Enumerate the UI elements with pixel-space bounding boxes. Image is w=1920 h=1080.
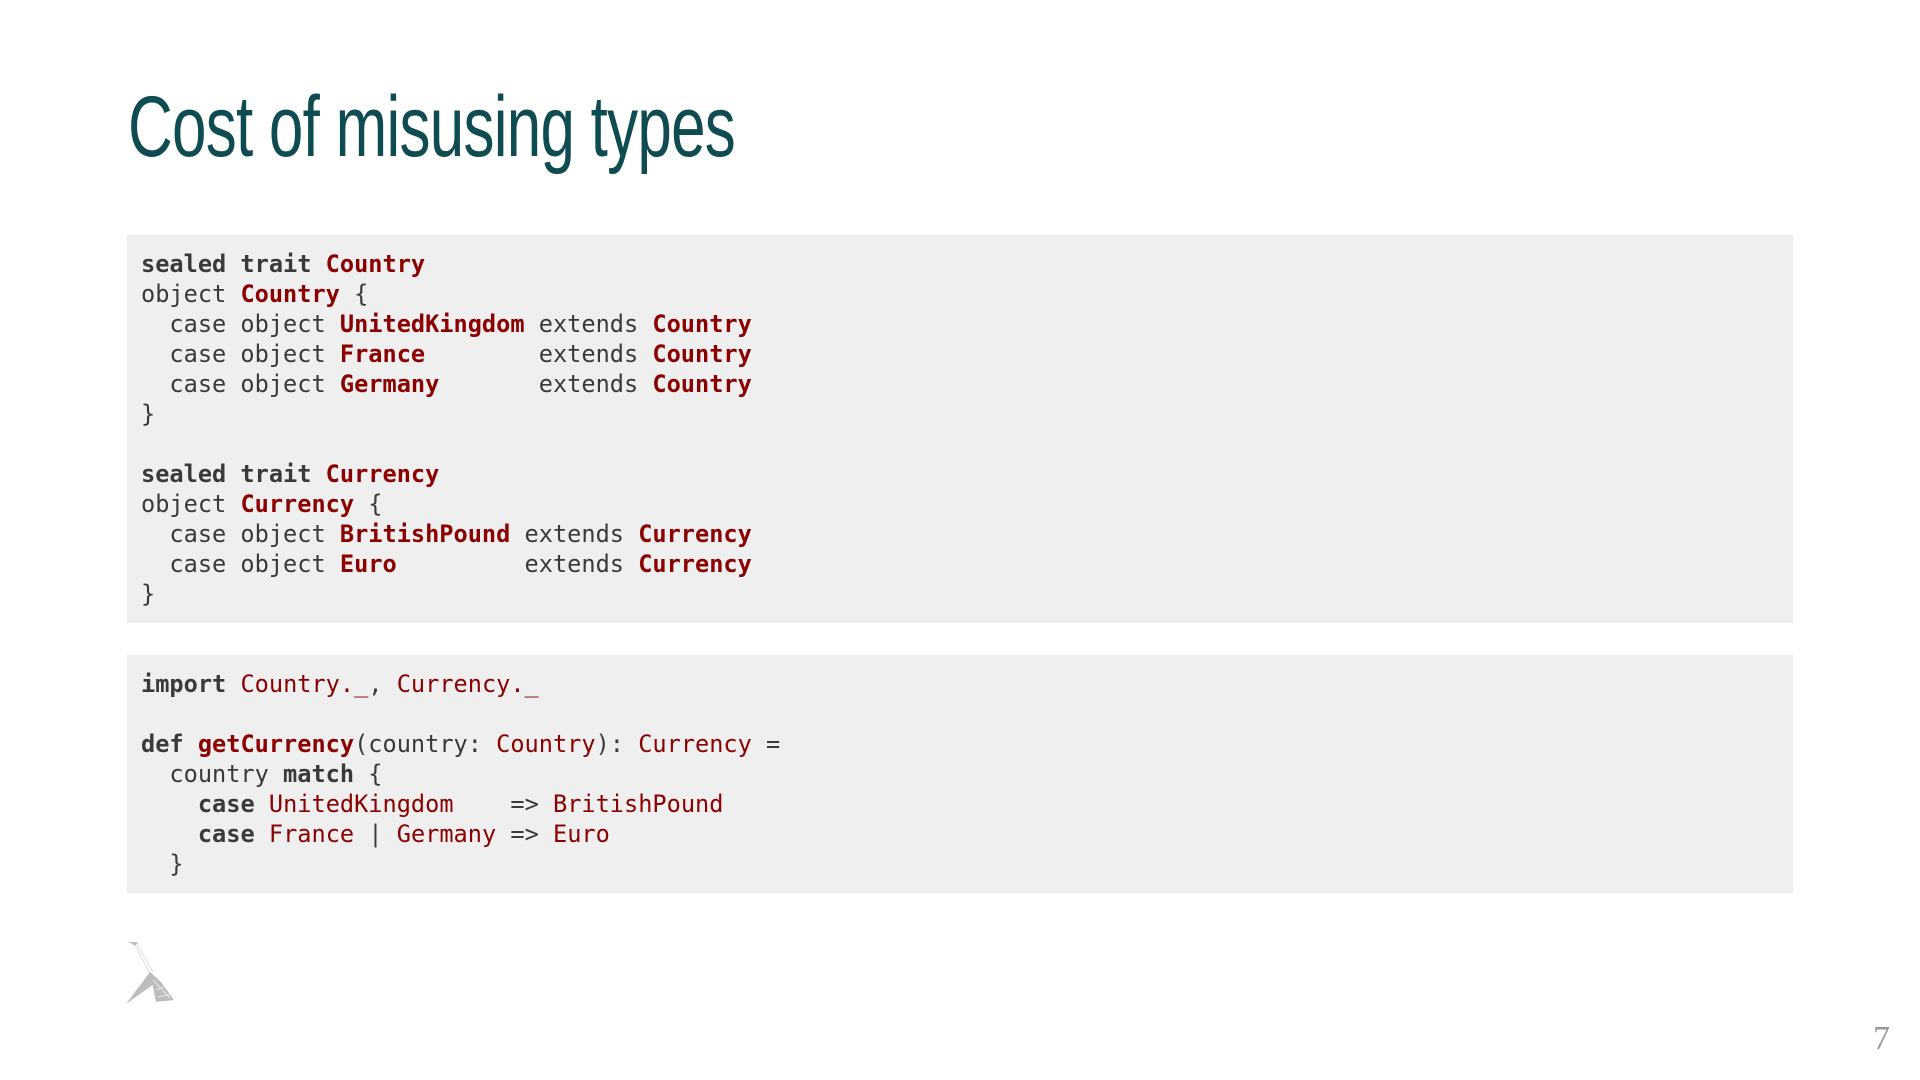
code-line: } <box>141 849 1779 879</box>
code-text: => <box>496 820 553 848</box>
code-type-name: UnitedKingdom <box>268 790 454 818</box>
code-type-name: Euro <box>553 820 610 848</box>
code-type-name: Country <box>496 730 596 758</box>
code-keyword: case <box>197 820 255 848</box>
code-type-name: Country <box>652 310 752 338</box>
code-keyword: import <box>141 670 227 698</box>
code-text: { <box>354 490 383 518</box>
code-text: case object <box>141 340 340 368</box>
code-type-name: France <box>268 820 355 848</box>
code-type-name: UnitedKingdom <box>339 310 525 338</box>
code-type-name: Country._ <box>240 670 369 698</box>
code-text: extends <box>510 520 639 548</box>
code-type-name: Germany <box>339 370 440 398</box>
code-text: { <box>339 280 369 308</box>
code-text: ): <box>595 730 639 758</box>
page-number: 7 <box>1873 1020 1890 1057</box>
code-line: case object Euro extends Currency <box>141 549 1779 579</box>
code-type-name: Country <box>652 370 752 398</box>
code-type-name: Currency <box>638 550 752 578</box>
code-type-name: Currency <box>325 460 440 488</box>
code-text: extends <box>524 310 653 338</box>
code-type-name: BritishPound <box>339 520 511 548</box>
code-text: case object <box>141 370 340 398</box>
code-type-name: Euro <box>339 550 397 578</box>
code-keyword: sealed trait <box>141 460 326 488</box>
code-text: | <box>354 820 397 848</box>
code-text: extends <box>425 340 653 368</box>
code-text: = <box>751 730 781 758</box>
code-type-name: France <box>339 340 426 368</box>
code-text: } <box>141 850 184 878</box>
code-text: (country: <box>354 730 497 758</box>
code-text: country <box>141 760 284 788</box>
code-line: case object France extends Country <box>141 339 1779 369</box>
code-keyword: def <box>141 730 198 758</box>
code-type-name: Currency <box>638 730 752 758</box>
code-line: } <box>141 399 1779 429</box>
code-type-name: Country <box>325 250 426 278</box>
code-line: case object Germany extends Country <box>141 369 1779 399</box>
code-type-name: Country <box>652 340 752 368</box>
code-line: case object UnitedKingdom extends Countr… <box>141 309 1779 339</box>
code-block-get-currency: import Country._, Currency._def getCurre… <box>127 655 1793 893</box>
code-line: object Currency { <box>141 489 1779 519</box>
code-line: object Country { <box>141 279 1779 309</box>
code-text: extends <box>439 370 653 398</box>
code-text: object <box>141 280 241 308</box>
code-text: , <box>368 670 397 698</box>
code-text: { <box>354 760 383 788</box>
code-type-name: BritishPound <box>552 790 724 818</box>
code-line: sealed trait Currency <box>141 459 1779 489</box>
code-block-type-definitions: sealed trait Country object Country { cas… <box>127 235 1793 623</box>
code-text: case object <box>141 550 340 578</box>
code-line: country match { <box>141 759 1779 789</box>
code-line: sealed trait Country <box>141 249 1779 279</box>
code-line: case France | Germany => Euro <box>141 819 1779 849</box>
code-line: } <box>141 579 1779 609</box>
code-type-name: Currency <box>638 520 752 548</box>
code-text: extends <box>396 550 639 578</box>
code-type-name: Currency._ <box>396 670 539 698</box>
code-keyword: case <box>197 790 255 818</box>
code-text: => <box>453 790 553 818</box>
slide-title: Cost of misusing types <box>128 79 736 175</box>
code-text: } <box>141 400 156 428</box>
code-type-name: getCurrency <box>197 730 355 758</box>
code-line: case object BritishPound extends Currenc… <box>141 519 1779 549</box>
code-text: } <box>141 580 156 608</box>
code-line: case UnitedKingdom => BritishPound <box>141 789 1779 819</box>
code-keyword: match <box>283 760 355 788</box>
code-text: case object <box>141 520 340 548</box>
code-keyword: sealed trait <box>141 250 326 278</box>
code-text: object <box>141 490 241 518</box>
code-line: def getCurrency(country: Country): Curre… <box>141 729 1779 759</box>
code-text: case object <box>141 310 340 338</box>
code-type-name: Currency <box>240 490 355 518</box>
lambda-logo-icon <box>126 942 174 1004</box>
code-type-name: Germany <box>396 820 497 848</box>
code-line: import Country._, Currency._ <box>141 669 1779 699</box>
code-type-name: Country <box>240 280 340 308</box>
